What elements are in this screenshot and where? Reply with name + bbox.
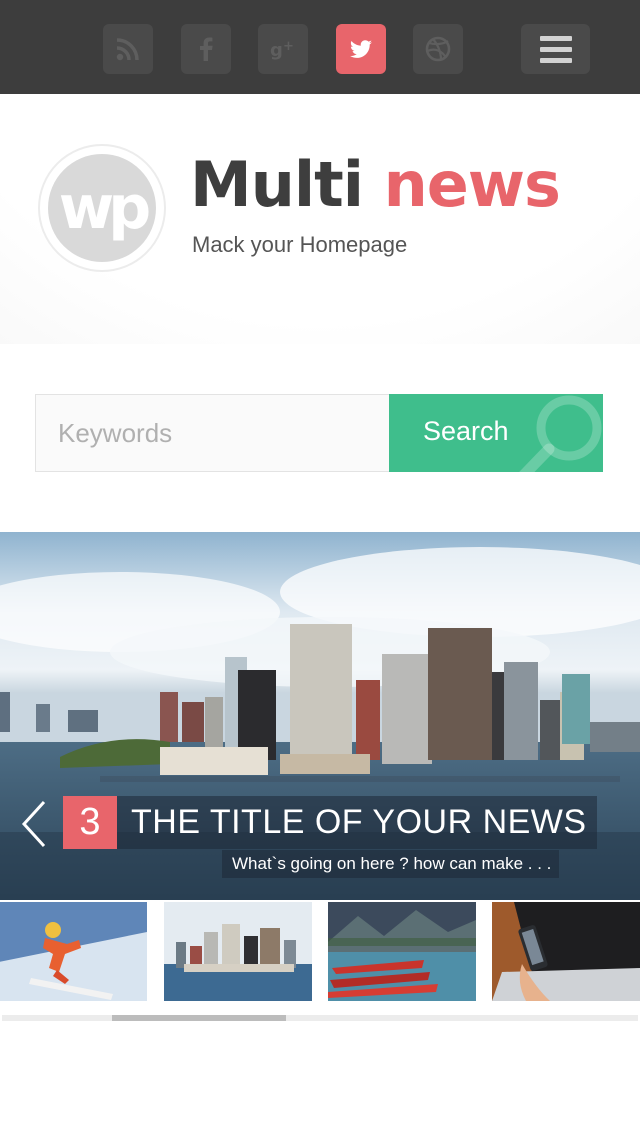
google-plus-icon: g + <box>270 39 294 61</box>
facebook-button[interactable] <box>181 24 231 74</box>
site-tagline: Mack your Homepage <box>192 232 408 257</box>
social-bar: g + <box>0 0 640 94</box>
twitter-button[interactable] <box>336 24 386 74</box>
search-input[interactable] <box>36 395 389 471</box>
thumbnail-scrollbar-thumb[interactable] <box>112 1015 286 1021</box>
google-plus-button[interactable]: g + <box>258 24 308 74</box>
facebook-icon <box>200 37 213 61</box>
slide-title[interactable]: THE TITLE OF YOUR NEWS <box>117 796 597 849</box>
thumbnail-lake-boats[interactable] <box>328 902 476 1001</box>
slide-subtitle: What`s going on here ? how can make . . … <box>222 850 560 878</box>
dribbble-icon <box>425 36 451 62</box>
site-logo[interactable]: wp <box>38 144 166 272</box>
search-button[interactable]: Search <box>389 394 603 472</box>
search-form: Search <box>35 394 603 472</box>
wordpress-logo-icon: wp <box>48 154 156 262</box>
magnifier-icon <box>519 395 602 472</box>
site-header: wp Multi news Mack your Homepage <box>0 94 640 344</box>
hamburger-menu-icon <box>539 35 572 41</box>
thumbnail-strip <box>0 902 640 1002</box>
svg-text:g: g <box>270 40 283 61</box>
thumbnail-phone-laptop[interactable] <box>492 902 640 1001</box>
chevron-left-icon[interactable] <box>18 798 50 850</box>
twitter-icon <box>350 40 372 58</box>
thumbnail-snowboarder[interactable] <box>0 902 147 1001</box>
rss-icon <box>116 38 139 61</box>
menu-button[interactable] <box>521 24 590 74</box>
thumbnail-city-skyline[interactable] <box>164 902 312 1001</box>
dribbble-button[interactable] <box>413 24 463 74</box>
site-title[interactable]: Multi news <box>190 154 561 216</box>
thumbnail-scrollbar[interactable] <box>2 1015 638 1021</box>
slide-number-badge: 3 <box>63 796 117 849</box>
rss-button[interactable] <box>103 24 153 74</box>
svg-text:+: + <box>283 39 294 54</box>
